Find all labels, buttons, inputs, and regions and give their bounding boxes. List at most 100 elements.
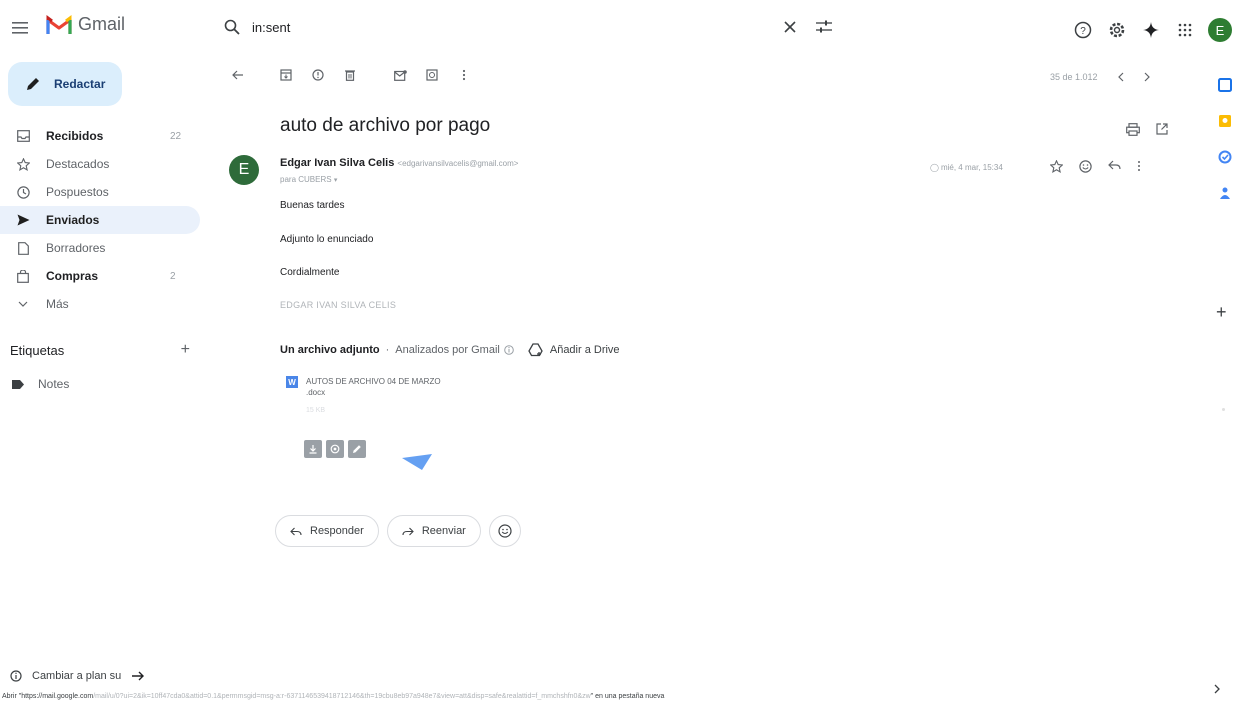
email-subject: auto de archivo por pago bbox=[280, 115, 491, 136]
pagination: 35 de 1.012 bbox=[1050, 72, 1150, 82]
label-item-notes[interactable]: Notes bbox=[12, 377, 69, 391]
settings-gear-icon[interactable] bbox=[1106, 19, 1128, 41]
star-icon[interactable] bbox=[1050, 160, 1063, 173]
attachment-size: 15 KB bbox=[306, 407, 326, 414]
attachment-card[interactable]: W AUTOS DE ARCHIVO 04 DE MARZO .docx 15 … bbox=[280, 370, 600, 480]
star-icon bbox=[14, 155, 32, 173]
hamburger-icon bbox=[12, 22, 28, 34]
plan-text: Cambiar a plan su bbox=[32, 670, 122, 682]
email-signature: EDGAR IVAN SILVA CELIS bbox=[280, 300, 397, 310]
email-body-line: Buenas tardes bbox=[280, 200, 345, 211]
emoji-react-button[interactable] bbox=[488, 515, 521, 547]
attachment-clip-icon: ◯ bbox=[930, 163, 939, 172]
clock-icon bbox=[14, 183, 32, 201]
sidebar-item-label: Pospuestos bbox=[46, 185, 109, 199]
archive-icon[interactable] bbox=[276, 65, 296, 85]
reply-icon[interactable] bbox=[1108, 160, 1121, 173]
search-input[interactable]: in:sent bbox=[252, 20, 778, 35]
sidebar-item-label: Borradores bbox=[46, 241, 106, 255]
keep-app-icon[interactable] bbox=[1218, 114, 1232, 128]
print-icon[interactable] bbox=[1126, 123, 1140, 136]
report-spam-icon[interactable] bbox=[308, 65, 328, 85]
emoji-reaction-icon[interactable] bbox=[1079, 160, 1092, 173]
add-to-drive-button[interactable]: Añadir a Drive bbox=[528, 343, 620, 357]
reply-label: Responder bbox=[310, 525, 364, 537]
edit-icon[interactable] bbox=[348, 440, 366, 458]
unread-count: 22 bbox=[170, 130, 182, 142]
search-icon[interactable] bbox=[222, 17, 242, 37]
sender-avatar[interactable]: E bbox=[229, 155, 259, 185]
email-body-line: Adjunto lo enunciado bbox=[280, 234, 374, 245]
search-bar[interactable]: in:sent bbox=[222, 12, 836, 42]
sidebar-item-label: Enviados bbox=[46, 213, 100, 227]
attachment-filename: AUTOS DE ARCHIVO 04 DE MARZO .docx bbox=[306, 377, 441, 397]
info-circle-icon bbox=[10, 670, 22, 682]
apps-grid-icon[interactable] bbox=[1174, 19, 1196, 41]
sidebar-item-compras[interactable]: Compras 2 bbox=[0, 262, 200, 290]
chevron-left-icon[interactable] bbox=[1117, 72, 1124, 82]
add-label-icon[interactable]: + bbox=[181, 341, 190, 359]
chevron-down-icon bbox=[14, 295, 32, 313]
attachments-header: Un archivo adjunto · Analizados por Gmai… bbox=[280, 343, 620, 357]
add-addon-icon[interactable]: + bbox=[1216, 302, 1227, 323]
sender-name[interactable]: Edgar Ivan Silva Celis bbox=[280, 157, 394, 169]
attachment-count: Un archivo adjunto bbox=[280, 344, 380, 356]
unread-count: 2 bbox=[170, 270, 176, 282]
chevron-right-icon[interactable] bbox=[1144, 72, 1150, 82]
sidebar-item-borradores[interactable]: Borradores bbox=[0, 234, 200, 262]
chevron-down-icon[interactable]: ▾ bbox=[334, 177, 338, 184]
reply-icon bbox=[290, 527, 302, 535]
back-arrow-icon[interactable] bbox=[228, 65, 248, 85]
email-body-line: Cordialmente bbox=[280, 267, 340, 278]
snooze-icon[interactable] bbox=[422, 65, 442, 85]
save-to-drive-icon[interactable] bbox=[326, 440, 344, 458]
contacts-app-icon[interactable] bbox=[1220, 186, 1230, 200]
calendar-app-icon[interactable] bbox=[1218, 78, 1232, 92]
download-icon[interactable] bbox=[304, 440, 322, 458]
more-vert-icon[interactable] bbox=[1137, 160, 1141, 173]
forward-button[interactable]: Reenviar bbox=[386, 515, 481, 547]
open-new-window-icon[interactable] bbox=[1156, 123, 1168, 136]
message-date-text: mié, 4 mar, 15:34 bbox=[940, 163, 1003, 172]
help-icon[interactable]: ? bbox=[1072, 19, 1094, 41]
more-vert-icon[interactable] bbox=[454, 65, 474, 85]
upgrade-plan-banner[interactable]: Cambiar a plan su bbox=[10, 670, 145, 682]
search-options-icon[interactable] bbox=[812, 15, 836, 39]
browser-status-bar: Abrir "https://mail.google.com/mail/u/0?… bbox=[0, 689, 1100, 704]
draft-icon bbox=[14, 239, 32, 257]
main-menu-button[interactable] bbox=[6, 14, 34, 42]
sidebar-nav: Recibidos 22 Destacados Pospuestos Envia… bbox=[0, 122, 200, 318]
reply-button[interactable]: Responder bbox=[275, 515, 379, 547]
arrow-right-icon bbox=[132, 671, 145, 681]
message-date: ◯ mié, 4 mar, 15:34 bbox=[930, 163, 1003, 172]
side-divider bbox=[1222, 408, 1225, 411]
account-avatar[interactable]: E bbox=[1208, 18, 1232, 42]
sidebar-item-mas[interactable]: Más bbox=[0, 290, 200, 318]
sidebar-item-recibidos[interactable]: Recibidos 22 bbox=[0, 122, 200, 150]
compose-label: Redactar bbox=[54, 77, 106, 91]
gemini-sparkle-icon[interactable] bbox=[1140, 19, 1162, 41]
sidebar-item-enviados[interactable]: Enviados bbox=[0, 206, 200, 234]
sidebar-item-label: Más bbox=[46, 297, 69, 311]
mark-unread-icon[interactable] bbox=[390, 65, 410, 85]
tasks-app-icon[interactable] bbox=[1218, 150, 1232, 164]
delete-icon[interactable] bbox=[340, 65, 360, 85]
clear-search-icon[interactable] bbox=[778, 15, 802, 39]
chevron-right-icon[interactable] bbox=[1214, 684, 1220, 694]
sender-info: Edgar Ivan Silva Celis <edgarivansilvace… bbox=[280, 157, 518, 169]
compose-button[interactable]: Redactar bbox=[8, 62, 122, 106]
word-doc-icon: W bbox=[286, 376, 298, 388]
sidebar-item-destacados[interactable]: Destacados bbox=[0, 150, 200, 178]
label-name: Notes bbox=[38, 377, 70, 391]
sidebar-item-pospuestos[interactable]: Pospuestos bbox=[0, 178, 200, 206]
info-icon[interactable] bbox=[504, 345, 514, 355]
side-panel bbox=[1210, 78, 1240, 200]
recipients-line[interactable]: para CUBERS ▾ bbox=[280, 175, 337, 184]
gmail-logo[interactable]: Gmail bbox=[46, 14, 125, 35]
status-url: /mail/u/0?ui=2&ik=10ff47cda0&attid=0.1&p… bbox=[93, 693, 591, 700]
status-suffix: " en una pestaña nueva bbox=[590, 693, 665, 700]
emoji-icon bbox=[498, 524, 512, 538]
labels-title: Etiquetas bbox=[10, 342, 65, 358]
add-to-drive-label: Añadir a Drive bbox=[549, 344, 620, 356]
forward-icon bbox=[402, 527, 414, 535]
